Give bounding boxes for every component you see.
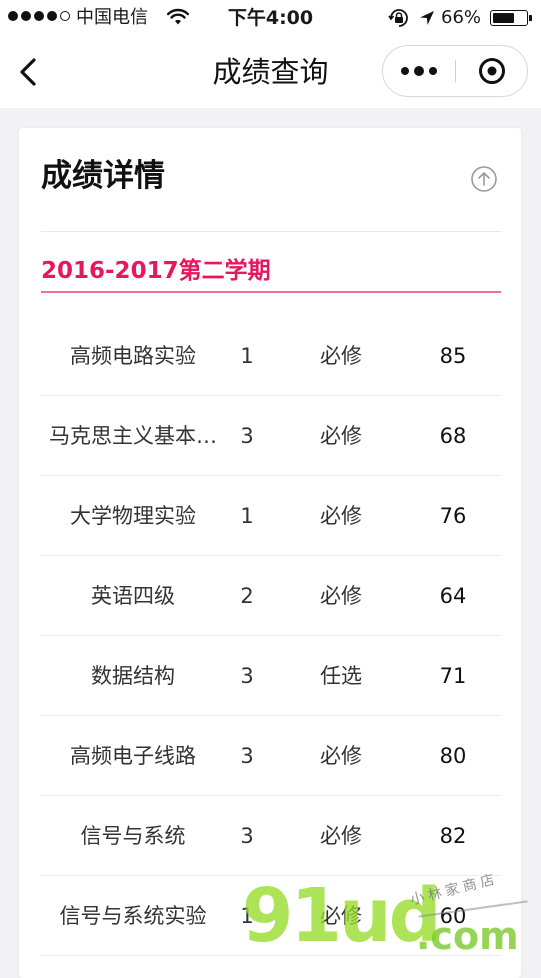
course-score: 68 xyxy=(439,424,467,448)
course-score: 80 xyxy=(439,744,467,768)
course-row[interactable]: 马克思主义基本… 3 必修 68 xyxy=(41,396,501,476)
course-credit: 3 xyxy=(240,824,254,848)
more-dots-icon xyxy=(401,67,409,75)
course-name: 信号与系统 xyxy=(80,824,186,848)
collapse-button[interactable] xyxy=(470,165,498,193)
status-bar: 中国电信 下午4:00 66% xyxy=(0,0,541,36)
course-row[interactable]: 英语四级 2 必修 64 xyxy=(41,556,501,636)
course-credit: 1 xyxy=(240,504,254,528)
course-score: 64 xyxy=(439,584,467,608)
course-type: 任选 xyxy=(320,664,362,688)
course-type: 必修 xyxy=(320,424,362,448)
course-credit: 3 xyxy=(240,424,254,448)
course-type: 必修 xyxy=(320,344,362,368)
rotation-lock-icon xyxy=(388,8,410,32)
battery-icon xyxy=(490,10,532,26)
course-credit: 3 xyxy=(240,744,254,768)
course-row[interactable]: 数据结构 3 任选 71 xyxy=(41,636,501,716)
course-score: 82 xyxy=(439,824,467,848)
close-button[interactable] xyxy=(456,46,528,96)
course-credit: 3 xyxy=(240,664,254,688)
course-row[interactable]: 高频电子线路 3 必修 80 xyxy=(41,716,501,796)
course-name: 信号与系统实验 xyxy=(59,904,207,928)
card-heading: 成绩详情 xyxy=(41,158,165,194)
nav-bar: 成绩查询 xyxy=(0,36,541,108)
course-name: 大学物理实验 xyxy=(70,504,196,528)
course-name: 英语四级 xyxy=(91,584,175,608)
grade-detail-card: 成绩详情 2016-2017第二学期 高频电路实验 1 必修 85 马克思主义基本… 3 必… xyxy=(19,128,521,978)
course-type: 必修 xyxy=(320,904,362,928)
course-type: 必修 xyxy=(320,824,362,848)
term-underline xyxy=(41,291,501,293)
miniprogram-capsule xyxy=(382,45,528,97)
term-title: 2016-2017第二学期 xyxy=(41,258,271,284)
location-arrow-icon xyxy=(418,9,436,31)
course-row[interactable]: 高频电路实验 1 必修 85 xyxy=(41,316,501,396)
course-row[interactable]: 大学物理实验 1 必修 76 xyxy=(41,476,501,556)
course-type: 必修 xyxy=(320,504,362,528)
more-button[interactable] xyxy=(383,46,455,96)
divider xyxy=(41,231,501,232)
battery-percent: 66% xyxy=(441,7,482,28)
course-score: 85 xyxy=(439,344,467,368)
course-credit: 1 xyxy=(240,344,254,368)
course-list: 高频电路实验 1 必修 85 马克思主义基本… 3 必修 68 大学物理实验 1 必修 76 英语四级 2… xyxy=(41,316,501,956)
arrow-up-circle-icon xyxy=(471,166,497,192)
course-name: 高频电子线路 xyxy=(70,744,196,768)
course-name: 数据结构 xyxy=(91,664,175,688)
course-score: 71 xyxy=(439,664,467,688)
course-row[interactable]: 信号与系统 3 必修 82 xyxy=(41,796,501,876)
course-type: 必修 xyxy=(320,744,362,768)
course-row[interactable]: 信号与系统实验 1 必修 60 xyxy=(41,876,501,956)
course-score: 60 xyxy=(439,904,467,928)
course-credit: 1 xyxy=(240,904,254,928)
course-type: 必修 xyxy=(320,584,362,608)
course-name: 高频电路实验 xyxy=(70,344,196,368)
target-close-icon xyxy=(479,58,505,84)
course-name: 马克思主义基本… xyxy=(49,424,217,448)
course-score: 76 xyxy=(439,504,467,528)
course-credit: 2 xyxy=(240,584,254,608)
